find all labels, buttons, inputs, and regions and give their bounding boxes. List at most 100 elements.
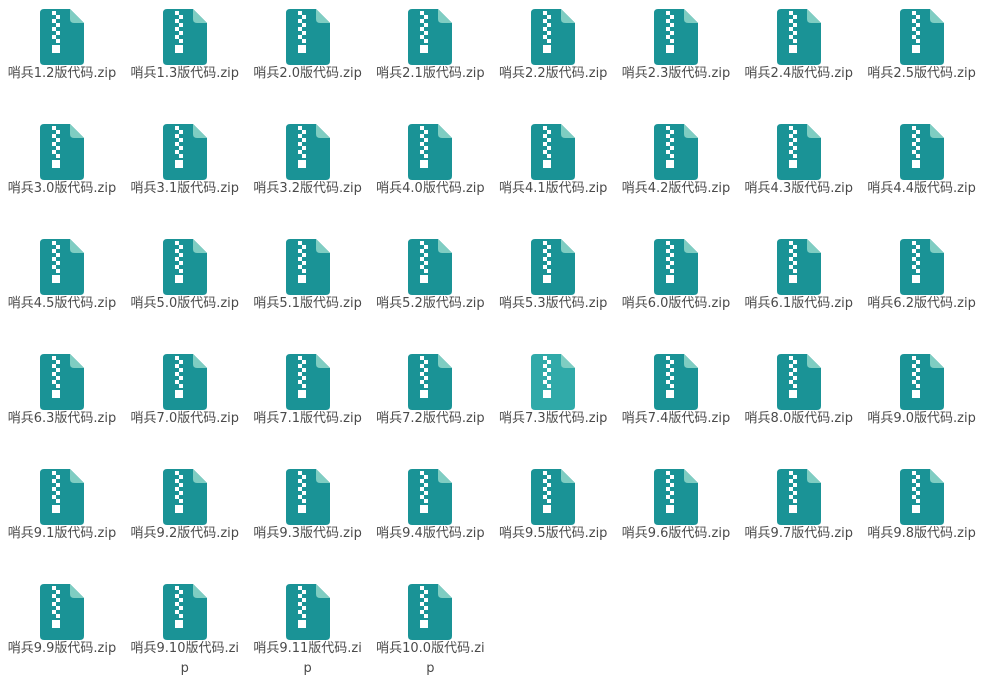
file-item[interactable]: 哨兵5.0版代码.zip [130, 230, 240, 342]
file-item[interactable]: 哨兵1.3版代码.zip [130, 0, 240, 112]
zip-archive-icon [531, 9, 576, 65]
zip-archive-icon [162, 584, 207, 640]
file-item[interactable]: 哨兵6.3版代码.zip [7, 345, 117, 457]
zip-archive-icon [285, 584, 330, 640]
file-name-label: 哨兵2.2版代码.zip [498, 66, 608, 81]
file-name-label: 哨兵9.4版代码.zip [376, 526, 485, 541]
file-item[interactable]: 哨兵5.3版代码.zip [498, 230, 608, 342]
file-name-label: 哨兵9.9版代码.zip [7, 641, 117, 656]
file-item[interactable]: 哨兵9.2版代码.zip [130, 460, 240, 572]
file-item[interactable]: 哨兵7.1版代码.zip [253, 345, 363, 457]
file-item[interactable]: 哨兵5.1版代码.zip [253, 230, 363, 342]
file-name-label: 哨兵4.4版代码.zip [867, 181, 976, 196]
file-name-label: 哨兵2.5版代码.zip [867, 66, 976, 81]
zip-archive-icon [408, 354, 453, 410]
file-name-label: 哨兵8.0版代码.zip [744, 411, 854, 426]
file-item[interactable]: 哨兵4.1版代码.zip [498, 115, 608, 227]
zip-archive-icon [776, 124, 821, 180]
file-item[interactable]: 哨兵9.0版代码.zip [867, 345, 977, 457]
file-item[interactable]: 哨兵8.0版代码.zip [744, 345, 854, 457]
file-item[interactable]: 哨兵9.9版代码.zip [7, 575, 117, 687]
file-item[interactable]: 哨兵4.3版代码.zip [744, 115, 854, 227]
file-name-label: 哨兵4.5版代码.zip [7, 296, 117, 311]
zip-archive-icon [40, 239, 84, 295]
zip-archive-icon [654, 9, 698, 65]
zip-archive-icon [285, 124, 330, 180]
zip-archive-icon [654, 239, 698, 295]
file-item[interactable]: 哨兵4.5版代码.zip [7, 230, 117, 342]
file-item[interactable]: 哨兵3.1版代码.zip [130, 115, 240, 227]
zip-archive-icon [654, 469, 698, 525]
file-item[interactable]: 哨兵9.3版代码.zip [253, 460, 363, 572]
zip-archive-icon [40, 354, 84, 410]
zip-archive-icon [654, 124, 698, 180]
file-item[interactable]: 哨兵9.7版代码.zip [744, 460, 854, 572]
file-item[interactable]: 哨兵4.0版代码.zip [375, 115, 485, 227]
zip-archive-icon [408, 239, 453, 295]
file-item[interactable]: 哨兵4.4版代码.zip [867, 115, 977, 227]
file-name-label: 哨兵6.0版代码.zip [621, 296, 731, 311]
zip-archive-icon [408, 469, 453, 525]
file-name-label: 哨兵5.1版代码.zip [253, 296, 362, 311]
file-name-label: 哨兵9.5版代码.zip [498, 526, 608, 541]
file-item[interactable]: 哨兵9.10版代码.zip [130, 575, 240, 687]
file-item[interactable]: 哨兵10.0版代码.zip [375, 575, 485, 687]
file-item[interactable]: 哨兵7.0版代码.zip [130, 345, 240, 457]
file-name-label: 哨兵2.3版代码.zip [621, 66, 731, 81]
file-name-label: 哨兵1.3版代码.zip [130, 66, 240, 81]
file-name-label: 哨兵6.1版代码.zip [744, 296, 854, 311]
zip-archive-icon [285, 239, 330, 295]
file-item[interactable]: 哨兵2.1版代码.zip [375, 0, 485, 112]
file-item[interactable]: 哨兵4.2版代码.zip [621, 115, 731, 227]
file-item[interactable]: 哨兵3.0版代码.zip [7, 115, 117, 227]
file-name-label: 哨兵2.0版代码.zip [253, 66, 362, 81]
file-item[interactable]: 哨兵1.2版代码.zip [7, 0, 117, 112]
file-item[interactable]: 哨兵9.11版代码.zip [253, 575, 363, 687]
file-item[interactable]: 哨兵7.2版代码.zip [375, 345, 485, 457]
zip-archive-icon [408, 584, 453, 640]
zip-archive-icon [776, 469, 821, 525]
zip-archive-icon [899, 239, 944, 295]
file-item[interactable]: 哨兵6.2版代码.zip [867, 230, 977, 342]
zip-archive-icon [285, 469, 330, 525]
file-name-label: 哨兵3.2版代码.zip [253, 181, 362, 196]
file-item[interactable]: 哨兵2.3版代码.zip [621, 0, 731, 112]
zip-archive-icon [899, 469, 944, 525]
file-item[interactable]: 哨兵7.3版代码.zip [498, 345, 608, 457]
zip-archive-icon [776, 9, 821, 65]
file-item[interactable]: 哨兵2.5版代码.zip [867, 0, 977, 112]
file-item[interactable]: 哨兵3.2版代码.zip [253, 115, 363, 227]
file-name-label: 哨兵7.4版代码.zip [621, 411, 731, 426]
zip-archive-icon [776, 239, 821, 295]
file-item[interactable]: 哨兵9.5版代码.zip [498, 460, 608, 572]
file-item[interactable]: 哨兵2.2版代码.zip [498, 0, 608, 112]
file-item[interactable]: 哨兵2.0版代码.zip [253, 0, 363, 112]
file-item[interactable]: 哨兵9.8版代码.zip [867, 460, 977, 572]
zip-archive-icon [408, 124, 453, 180]
zip-archive-icon [40, 9, 84, 65]
zip-archive-icon [285, 354, 330, 410]
zip-archive-icon [776, 354, 821, 410]
file-item[interactable]: 哨兵7.4版代码.zip [621, 345, 731, 457]
file-name-label: 哨兵5.3版代码.zip [498, 296, 608, 311]
file-name-label: 哨兵3.0版代码.zip [7, 181, 117, 196]
zip-archive-icon [162, 124, 207, 180]
zip-archive-icon [162, 239, 207, 295]
file-name-label: 哨兵9.10版代码.zip [130, 641, 240, 676]
file-name-label: 哨兵9.6版代码.zip [621, 526, 731, 541]
zip-archive-icon [531, 124, 576, 180]
file-name-label: 哨兵6.3版代码.zip [7, 411, 117, 426]
file-item[interactable]: 哨兵6.0版代码.zip [621, 230, 731, 342]
file-item[interactable]: 哨兵9.4版代码.zip [375, 460, 485, 572]
file-item[interactable]: 哨兵9.1版代码.zip [7, 460, 117, 572]
file-item[interactable]: 哨兵9.6版代码.zip [621, 460, 731, 572]
file-name-label: 哨兵4.0版代码.zip [376, 181, 485, 196]
file-item[interactable]: 哨兵6.1版代码.zip [744, 230, 854, 342]
file-item[interactable]: 哨兵5.2版代码.zip [375, 230, 485, 342]
file-name-label: 哨兵9.1版代码.zip [7, 526, 117, 541]
zip-archive-icon [162, 354, 207, 410]
file-name-label: 哨兵6.2版代码.zip [867, 296, 976, 311]
zip-archive-icon [531, 469, 576, 525]
file-name-label: 哨兵9.7版代码.zip [744, 526, 854, 541]
file-item[interactable]: 哨兵2.4版代码.zip [744, 0, 854, 112]
